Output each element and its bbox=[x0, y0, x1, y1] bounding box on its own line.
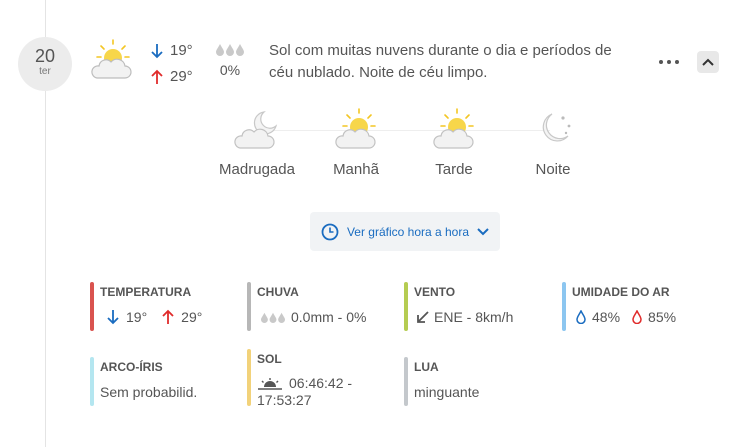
detail-value: 06:46:42 - 17:53:27 bbox=[257, 375, 397, 409]
period-label: Madrugada bbox=[219, 161, 295, 178]
detail-title: TEMPERATURA bbox=[100, 285, 192, 299]
period-label: Tarde bbox=[435, 161, 473, 178]
detail-temperatura: TEMPERATURA 19° 29° bbox=[90, 282, 230, 331]
detail-vento: VENTO ENE - 8km/h bbox=[404, 282, 554, 331]
detail-chuva: CHUVA 0.0mm - 0% bbox=[247, 282, 397, 331]
detail-temp-max: 29° bbox=[181, 309, 203, 325]
temp-max: 29° bbox=[170, 68, 193, 85]
detail-value: 48% 85% bbox=[572, 308, 712, 326]
detail-value: ENE - 8km/h bbox=[414, 308, 554, 326]
period-madrugada: Madrugada bbox=[212, 106, 302, 178]
detail-color-bar bbox=[562, 282, 566, 331]
drop-icon bbox=[632, 310, 642, 324]
detail-title: LUA bbox=[414, 360, 439, 374]
temp-min: 19° bbox=[170, 42, 193, 59]
dot bbox=[659, 60, 663, 64]
period-tarde: Tarde bbox=[409, 106, 499, 178]
detail-umidade: UMIDADE DO AR 48% 85% bbox=[562, 282, 712, 331]
detail-wind-value: ENE - 8km/h bbox=[434, 309, 514, 325]
sunrise-icon bbox=[258, 378, 282, 391]
sun-cloud-icon bbox=[91, 39, 132, 79]
forecast-description: Sol com muitas nuvens durante o dia e pe… bbox=[269, 42, 612, 81]
moon-stars-icon bbox=[542, 113, 571, 142]
rain-summary: 0% bbox=[215, 40, 245, 78]
detail-arco-iris: ARCO-ÍRIS Sem probabilid. bbox=[90, 357, 240, 406]
detail-rain-value: 0.0mm - 0% bbox=[291, 309, 367, 325]
chevron-up-icon bbox=[702, 58, 714, 66]
date-badge: 20 ter bbox=[18, 37, 72, 91]
detail-lua: LUA minguante bbox=[404, 357, 554, 406]
detail-humidity-max: 85% bbox=[648, 309, 677, 325]
detail-color-bar bbox=[90, 357, 94, 406]
hourly-chart-button[interactable]: Ver gráfico hora a hora bbox=[310, 212, 500, 251]
detail-color-bar bbox=[247, 282, 251, 331]
detail-humidity-min: 48% bbox=[592, 309, 621, 325]
raindrops-icon bbox=[216, 44, 244, 56]
dot bbox=[675, 60, 679, 64]
chevron-down-icon bbox=[477, 227, 489, 235]
rain-percentage: 0% bbox=[219, 62, 241, 78]
detail-color-bar bbox=[404, 282, 408, 331]
sun-cloud-icon bbox=[335, 108, 376, 149]
detail-title: CHUVA bbox=[257, 285, 299, 299]
period-manha: Manhã bbox=[311, 106, 401, 178]
hourly-chart-label: Ver gráfico hora a hora bbox=[346, 224, 470, 239]
detail-color-bar bbox=[90, 282, 94, 331]
period-noite: Noite bbox=[508, 106, 598, 178]
wind-direction-icon bbox=[417, 311, 429, 323]
raindrops-icon bbox=[261, 312, 285, 323]
detail-title: ARCO-ÍRIS bbox=[100, 360, 163, 374]
sun-cloud-icon bbox=[433, 108, 474, 149]
arrow-down-icon bbox=[151, 44, 163, 59]
arrow-down-icon bbox=[107, 310, 119, 325]
arrow-up-icon bbox=[151, 69, 163, 84]
detail-value: Sem probabilid. bbox=[100, 384, 198, 400]
detail-color-bar bbox=[404, 357, 408, 406]
detail-title: SOL bbox=[257, 352, 282, 366]
period-label: Noite bbox=[535, 161, 571, 178]
periods-divider bbox=[260, 130, 550, 131]
detail-value: 19° 29° bbox=[100, 308, 230, 326]
detail-title: UMIDADE DO AR bbox=[572, 285, 670, 299]
arrow-up-icon bbox=[162, 309, 174, 324]
clock-icon bbox=[321, 223, 339, 240]
drop-icon bbox=[576, 310, 586, 324]
detail-value: 0.0mm - 0% bbox=[257, 308, 397, 326]
detail-title: VENTO bbox=[414, 285, 456, 299]
detail-color-bar bbox=[247, 349, 251, 406]
detail-sol: SOL 06:46:42 - 17:53:27 bbox=[247, 349, 397, 409]
more-options-button[interactable] bbox=[656, 54, 682, 70]
date-day-number: 20 bbox=[34, 46, 56, 66]
temperature-summary: 19° 29° bbox=[150, 38, 193, 90]
period-label: Manhã bbox=[333, 161, 379, 178]
detail-value: minguante bbox=[414, 384, 480, 400]
moon-cloud-icon bbox=[234, 111, 278, 149]
collapse-button[interactable] bbox=[697, 51, 719, 73]
dot bbox=[667, 60, 671, 64]
date-weekday: ter bbox=[39, 66, 51, 77]
detail-temp-min: 19° bbox=[126, 309, 148, 325]
